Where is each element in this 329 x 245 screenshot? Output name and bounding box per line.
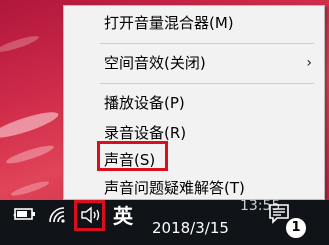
network-icon[interactable] [48,206,70,228]
menu-item-label: 声音问题疑难解答(T) [104,179,245,197]
menu-item-spatial-sound[interactable]: 空间音效(关闭) › [64,50,324,76]
clock-date[interactable]: 2018/3/15 [152,218,229,238]
wallpaper-streak [4,142,56,167]
battery-icon[interactable] [13,206,37,226]
menu-item-label: 播放设备(P) [104,94,185,112]
wallpaper-streak [0,107,61,143]
wallpaper-streak [9,178,51,199]
menu-separator [100,83,314,84]
wallpaper-streak [0,33,41,55]
highlight-box-speaker [74,200,105,231]
menu-item-troubleshoot-sound[interactable]: 声音问题疑难解答(T) [64,175,324,201]
menu-item-open-volume-mixer[interactable]: 打开音量混合器(M) [64,10,324,36]
ime-language-indicator[interactable]: 英 [113,204,133,228]
desktop-screen: 打开音量混合器(M) 空间音效(关闭) › 播放设备(P) 录音设备(R) 声音… [0,0,329,245]
taskbar: 英 13:55 2018/3/15 1 [0,198,329,245]
highlight-box-sounds [97,141,168,171]
notification-count-badge: 1 [284,216,308,240]
menu-item-playback-devices[interactable]: 播放设备(P) [64,90,324,116]
chevron-right-icon: › [306,55,312,71]
menu-item-label: 空间音效(关闭) [104,54,206,72]
menu-item-label: 打开音量混合器(M) [104,14,234,32]
menu-separator [100,43,314,44]
